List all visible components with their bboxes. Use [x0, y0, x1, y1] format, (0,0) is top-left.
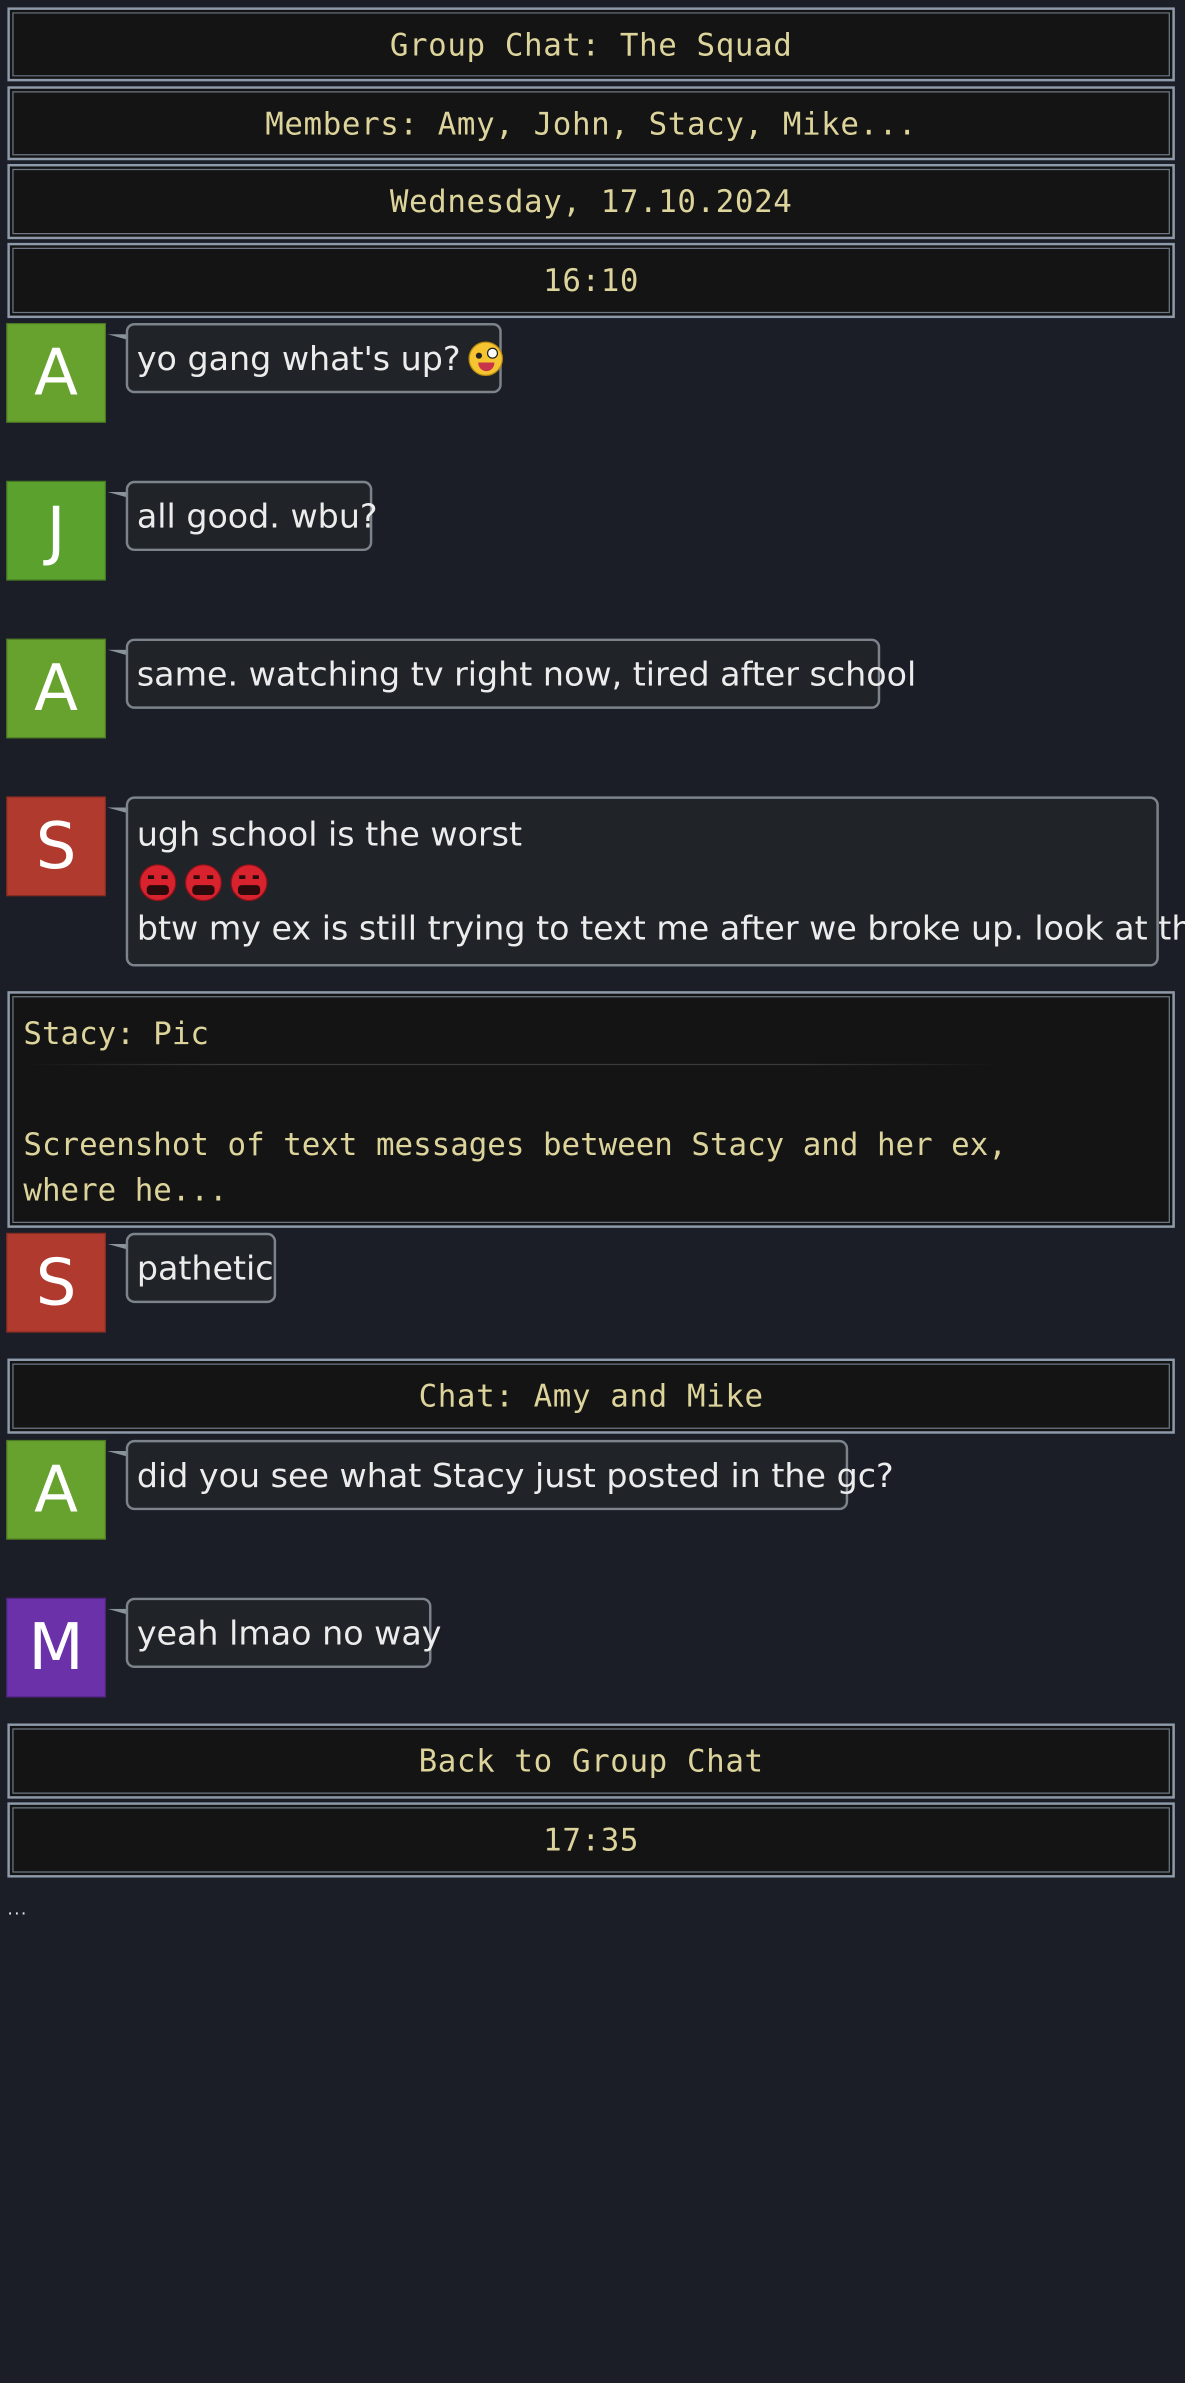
pic-description-line2: where he...	[23, 1172, 228, 1209]
message-bubble[interactable]: all good. wbu?	[125, 480, 378, 552]
zany-face-emoji-icon	[467, 340, 503, 376]
avatar-initial: J	[46, 493, 66, 568]
avatar-stacy[interactable]: S	[6, 1232, 107, 1333]
time-text-2: 17:35	[543, 1822, 640, 1858]
avatar-initial: A	[34, 651, 79, 726]
avatar-stacy[interactable]: S	[6, 796, 107, 897]
message-bubble[interactable]: pathetic	[125, 1232, 277, 1304]
avatar-john[interactable]: J	[6, 480, 107, 581]
back-to-group-text: Back to Group Chat	[418, 1743, 764, 1779]
message-text-line2: btw my ex is still trying to text me aft…	[136, 909, 1185, 949]
cursing-face-emoji-icon	[230, 864, 268, 902]
emoji-row	[137, 858, 1148, 907]
group-chat-title: Group Chat: The Squad	[7, 7, 1175, 82]
pic-description-line1: Screenshot of text messages between Stac…	[23, 1126, 1007, 1163]
avatar-mike[interactable]: M	[6, 1597, 107, 1698]
image-attachment-card[interactable]: Stacy: Pic Screenshot of text messages b…	[7, 991, 1175, 1228]
message-text: all good. wbu?	[136, 498, 378, 537]
group-chat-title-text: Group Chat: The Squad	[389, 26, 793, 63]
date-text: Wednesday, 17.10.2024	[389, 183, 793, 220]
cursing-face-emoji-icon	[139, 864, 177, 902]
message-text: did you see what Stacy just posted in th…	[136, 1457, 894, 1496]
avatar-initial: S	[35, 1245, 77, 1320]
message-text: yeah lmao no way	[136, 1614, 442, 1654]
avatar-initial: S	[35, 809, 77, 884]
message-bubble[interactable]: did you see what Stacy just posted in th…	[125, 1439, 894, 1511]
back-to-group-banner: Back to Group Chat	[7, 1723, 1175, 1799]
message-text: pathetic	[136, 1250, 274, 1289]
avatar-amy[interactable]: A	[6, 322, 107, 423]
side-chat-title-text: Chat: Amy and Mike	[418, 1378, 764, 1415]
message-bubble[interactable]: yo gang what's up?	[125, 322, 503, 394]
date-banner: Wednesday, 17.10.2024	[7, 163, 1175, 240]
members-text: Members: Amy, John, Stacy, Mike...	[265, 105, 918, 142]
message-bubble[interactable]: same. watching tv right now, tired after…	[125, 638, 916, 709]
time-banner: 16:10	[7, 242, 1175, 319]
cursing-face-emoji-icon	[184, 864, 222, 902]
time-banner-2: 17:35	[7, 1802, 1175, 1878]
avatar-amy[interactable]: A	[6, 638, 107, 739]
side-chat-title: Chat: Amy and Mike	[7, 1358, 1175, 1434]
avatar-amy[interactable]: A	[6, 1439, 107, 1540]
avatar-initial: A	[34, 1452, 79, 1527]
message-bubble[interactable]: yeah lmao no way	[125, 1597, 441, 1668]
avatar-initial: M	[28, 1610, 84, 1685]
continuation-ellipsis: ...	[7, 1899, 28, 1920]
message-text: same. watching tv right now, tired after…	[136, 655, 917, 695]
pic-title: Stacy: Pic	[23, 1015, 209, 1052]
avatar-initial: A	[34, 335, 79, 410]
time-text: 16:10	[543, 262, 640, 299]
members-banner: Members: Amy, John, Stacy, Mike...	[7, 86, 1175, 161]
message-bubble[interactable]: ugh school is the worst btw my ex is sti…	[125, 796, 1185, 967]
message-text-line1: ugh school is the worst	[136, 816, 523, 855]
divider	[23, 1063, 998, 1066]
message-text: yo gang what's up?	[136, 340, 461, 379]
